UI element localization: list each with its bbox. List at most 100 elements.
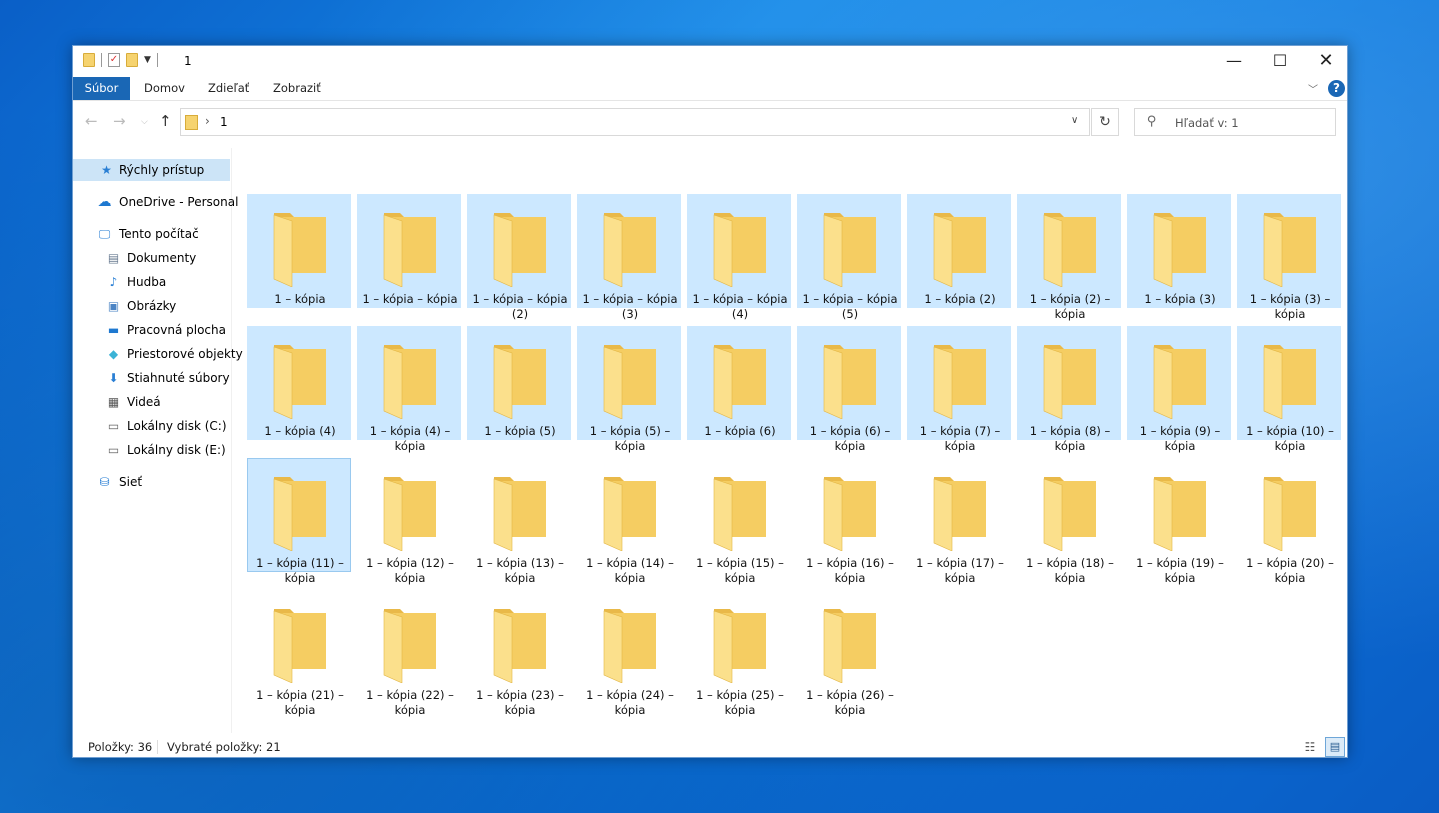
- folder-item[interactable]: 1 – kópia (11) – kópia: [247, 458, 351, 585]
- folder-item[interactable]: 1 – kópia (4): [247, 326, 351, 440]
- folder-item[interactable]: 1 – kópia (13) – kópia: [467, 458, 571, 585]
- folder-item[interactable]: 1 – kópia (17) – kópia: [907, 458, 1011, 585]
- folder-item[interactable]: 1 – kópia – kópia (2): [467, 194, 571, 321]
- sidebar-item-label: OneDrive - Personal: [119, 195, 239, 209]
- folder-icon: [488, 339, 552, 420]
- folder-item[interactable]: 1 – kópia (3): [1127, 194, 1231, 308]
- tab-home[interactable]: Domov: [134, 77, 195, 100]
- folder-item[interactable]: 1 – kópia (15) – kópia: [687, 458, 791, 585]
- folder-item[interactable]: 1 – kópia (5): [467, 326, 571, 440]
- help-icon[interactable]: ?: [1328, 80, 1345, 97]
- folder-name: 1 – kópia (6) – kópia: [809, 424, 891, 453]
- folder-icon: [928, 339, 992, 420]
- window-title: 1: [184, 54, 192, 68]
- folder-item[interactable]: 1 – kópia (16) – kópia: [797, 458, 901, 585]
- folder-item[interactable]: 1 – kópia (21) – kópia: [247, 590, 351, 717]
- folder-icon: [1258, 471, 1322, 552]
- large-icons-view-icon[interactable]: ▤: [1325, 737, 1345, 757]
- tab-share[interactable]: Zdieľať: [198, 77, 259, 100]
- folder-item[interactable]: 1 – kópia (6): [687, 326, 791, 440]
- folder-item[interactable]: 1 – kópia (23) – kópia: [467, 590, 571, 717]
- network-icon: ⛁: [99, 475, 110, 489]
- folder-item[interactable]: 1 – kópia (18) – kópia: [1017, 458, 1121, 585]
- folder-item[interactable]: 1 – kópia (2): [907, 194, 1011, 308]
- address-history-chevron-icon[interactable]: ∨: [1071, 115, 1078, 126]
- folder-item[interactable]: 1 – kópia (5) – kópia: [577, 326, 681, 453]
- folder-item[interactable]: 1 – kópia (19) – kópia: [1127, 458, 1231, 585]
- folder-item[interactable]: 1 – kópia (10) – kópia: [1237, 326, 1341, 453]
- folder-name: 1 – kópia (15) – kópia: [696, 556, 784, 585]
- folder-icon: [268, 471, 332, 552]
- search-icon: ⚲: [1147, 114, 1157, 129]
- folder-item[interactable]: 1 – kópia (3) – kópia: [1237, 194, 1341, 321]
- sidebar-item-label: Obrázky: [127, 299, 177, 313]
- desktop-icon: ▬: [107, 323, 120, 337]
- folder-item[interactable]: 1 – kópia – kópia (5): [797, 194, 901, 321]
- folder-icon: [598, 207, 662, 288]
- folder-icon: [598, 603, 662, 684]
- folder-name: 1 – kópia (12) – kópia: [366, 556, 454, 585]
- sidebar-item-quick-access[interactable]: ★ Rýchly prístup: [73, 159, 230, 181]
- folder-name: 1 – kópia (23) – kópia: [476, 688, 564, 717]
- folder-item[interactable]: 1 – kópia (14) – kópia: [577, 458, 681, 585]
- folder-name: 1 – kópia (2): [924, 292, 996, 306]
- expand-ribbon-icon[interactable]: ﹀: [1308, 81, 1318, 96]
- breadcrumb[interactable]: 1: [220, 115, 228, 129]
- folder-name: 1 – kópia (25) – kópia: [696, 688, 784, 717]
- folder-item[interactable]: 1 – kópia (8) – kópia: [1017, 326, 1121, 453]
- folder-name: 1 – kópia (11) – kópia: [256, 556, 344, 585]
- folder-item[interactable]: 1 – kópia (22) – kópia: [357, 590, 461, 717]
- up-arrow-icon[interactable]: ↑: [159, 112, 172, 130]
- cube-icon: ◆: [108, 347, 119, 361]
- refresh-button[interactable]: ↻: [1091, 108, 1119, 136]
- maximize-button[interactable]: ☐: [1257, 46, 1303, 76]
- folder-item[interactable]: 1 – kópia (20) – kópia: [1237, 458, 1341, 585]
- sidebar-item-label: Lokálny disk (C:): [127, 419, 227, 433]
- close-button[interactable]: ✕: [1303, 46, 1349, 76]
- folder-item[interactable]: 1 – kópia (2) – kópia: [1017, 194, 1121, 321]
- sidebar-item-label: Sieť: [119, 475, 143, 489]
- folder-item[interactable]: 1 – kópia (26) – kópia: [797, 590, 901, 717]
- folder-name: 1 – kópia (22) – kópia: [366, 688, 454, 717]
- back-arrow-icon[interactable]: ←: [85, 112, 98, 130]
- sidebar-item-label: Hudba: [127, 275, 167, 289]
- folder-item[interactable]: 1 – kópia (7) – kópia: [907, 326, 1011, 453]
- navigation-pane: ★ Rýchly prístup ☁ OneDrive - Personal 🖵…: [73, 148, 243, 733]
- cloud-icon: ☁: [97, 194, 112, 210]
- breadcrumb-chevron-icon[interactable]: ›: [205, 114, 210, 128]
- recent-locations-chevron-icon[interactable]: ⌵: [141, 117, 148, 127]
- folder-item[interactable]: 1 – kópia (9) – kópia: [1127, 326, 1231, 453]
- tab-view[interactable]: Zobraziť: [263, 77, 331, 100]
- folder-item[interactable]: 1 – kópia (25) – kópia: [687, 590, 791, 717]
- folder-item[interactable]: 1 – kópia (4) – kópia: [357, 326, 461, 453]
- folder-icon: [708, 207, 772, 288]
- folder-item[interactable]: 1 – kópia: [247, 194, 351, 308]
- details-view-icon[interactable]: ☷: [1301, 738, 1319, 756]
- folder-icon: [928, 471, 992, 552]
- folder-icon: [708, 603, 772, 684]
- folder-name: 1 – kópia (21) – kópia: [256, 688, 344, 717]
- folder-item[interactable]: 1 – kópia (24) – kópia: [577, 590, 681, 717]
- folder-icon: [1038, 339, 1102, 420]
- customize-toolbar-icon[interactable]: ▼: [144, 55, 151, 65]
- folder-name: 1 – kópia (6): [704, 424, 776, 438]
- folder-item[interactable]: 1 – kópia – kópia: [357, 194, 461, 308]
- tab-file[interactable]: Súbor: [73, 77, 130, 100]
- folder-name: 1 – kópia (17) – kópia: [916, 556, 1004, 585]
- folder-item[interactable]: 1 – kópia (12) – kópia: [357, 458, 461, 585]
- forward-arrow-icon[interactable]: →: [113, 112, 126, 130]
- minimize-button[interactable]: —: [1211, 46, 1257, 76]
- selected-count: Vybraté položky: 21: [167, 740, 281, 754]
- search-input[interactable]: ⚲ Hľadať v: 1: [1134, 108, 1336, 136]
- folder-name: 1 – kópia (20) – kópia: [1246, 556, 1334, 585]
- folder-item[interactable]: 1 – kópia (6) – kópia: [797, 326, 901, 453]
- folder-item[interactable]: 1 – kópia – kópia (3): [577, 194, 681, 321]
- address-bar[interactable]: › 1 ∨: [180, 108, 1090, 136]
- new-folder-icon[interactable]: [126, 53, 138, 67]
- folder-icon: [185, 115, 198, 130]
- sidebar-item-label: Dokumenty: [127, 251, 197, 265]
- folder-item[interactable]: 1 – kópia – kópia (4): [687, 194, 791, 321]
- properties-icon[interactable]: ✓: [108, 53, 120, 67]
- folder-icon: [598, 471, 662, 552]
- toolbar-separator: [101, 53, 102, 67]
